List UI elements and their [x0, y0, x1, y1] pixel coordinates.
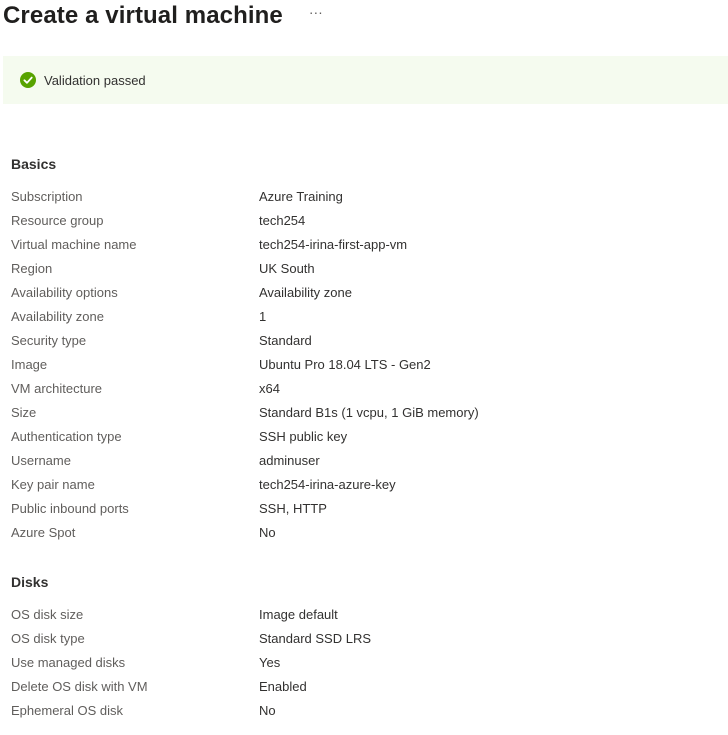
summary-label: Key pair name — [11, 477, 95, 492]
summary-value: Standard — [259, 333, 312, 348]
summary-row: OS disk size Image default — [11, 603, 371, 627]
summary-label: Availability zone — [11, 309, 104, 324]
summary-label: Public inbound ports — [11, 501, 129, 516]
section-title-basics: Basics — [11, 156, 57, 172]
summary-value: Yes — [259, 655, 281, 670]
summary-label: Region — [11, 261, 53, 276]
summary-row: OS disk type Standard SSD LRS — [11, 627, 371, 651]
summary-value: Ubuntu Pro 18.04 LTS - Gen2 — [259, 357, 431, 372]
summary-label: Image — [11, 357, 48, 372]
summary-value: adminuser — [259, 453, 320, 468]
summary-row: Ephemeral OS disk No — [11, 699, 371, 723]
check-circle-icon — [20, 72, 36, 88]
validation-status-text: Validation passed — [44, 72, 146, 88]
summary-value: No — [259, 525, 276, 540]
page-header: Create a virtual machine ··· — [3, 0, 323, 32]
summary-row: Authentication type SSH public key — [11, 425, 479, 449]
summary-label: Username — [11, 453, 71, 468]
summary-label: VM architecture — [11, 381, 103, 396]
summary-label: Subscription — [11, 189, 83, 204]
summary-value: Standard SSD LRS — [259, 631, 372, 646]
summary-value: SSH public key — [259, 429, 348, 444]
summary-label: Availability options — [11, 285, 118, 300]
summary-label: Delete OS disk with VM — [11, 679, 148, 694]
summary-row: Virtual machine name tech254-irina-first-… — [11, 233, 479, 257]
summary-label: Virtual machine name — [11, 237, 137, 252]
summary-value: 1 — [259, 309, 267, 324]
page-title: Create a virtual machine — [3, 2, 283, 29]
summary-row: Subscription Azure Training — [11, 185, 479, 209]
summary-label: OS disk size — [11, 607, 84, 622]
summary-row: Public inbound ports SSH, HTTP — [11, 497, 479, 521]
summary-row: Delete OS disk with VM Enabled — [11, 675, 371, 699]
disks-section: Disks OS disk size Image default OS disk t… — [11, 573, 371, 723]
basics-section: Basics Subscription Azure Training Resourc… — [11, 155, 479, 545]
summary-row: Availability zone 1 — [11, 305, 479, 329]
summary-label: Azure Spot — [11, 525, 76, 540]
summary-row: Region UK South — [11, 257, 479, 281]
summary-row: Image Ubuntu Pro 18.04 LTS - Gen2 — [11, 353, 479, 377]
disks-list: OS disk size Image default OS disk type Sta… — [11, 603, 371, 723]
basics-list: Subscription Azure Training Resource group… — [11, 185, 479, 545]
summary-value: UK South — [259, 261, 315, 276]
summary-value: tech254-irina-first-app-vm — [259, 237, 408, 252]
summary-value: Azure Training — [259, 189, 343, 204]
summary-row: Username adminuser — [11, 449, 479, 473]
summary-value: Image default — [259, 607, 338, 622]
summary-label: Ephemeral OS disk — [11, 703, 123, 718]
summary-value: No — [259, 703, 276, 718]
summary-label: Authentication type — [11, 429, 122, 444]
validation-banner: Validation passed — [3, 56, 728, 104]
summary-value: tech254-irina-azure-key — [259, 477, 396, 492]
summary-row: Availability options Availability zone — [11, 281, 479, 305]
summary-row: Size Standard B1s (1 vcpu, 1 GiB memory) — [11, 401, 479, 425]
summary-row: VM architecture x64 — [11, 377, 479, 401]
summary-label: Use managed disks — [11, 655, 126, 670]
more-options-button[interactable]: ··· — [309, 5, 323, 19]
summary-value: SSH, HTTP — [259, 501, 327, 516]
summary-label: Resource group — [11, 213, 104, 228]
summary-row: Resource group tech254 — [11, 209, 479, 233]
summary-value: x64 — [259, 381, 280, 396]
summary-row: Azure Spot No — [11, 521, 479, 545]
summary-label: Size — [11, 405, 37, 420]
summary-value: Availability zone — [259, 285, 352, 300]
summary-value: tech254 — [259, 213, 306, 228]
summary-row: Use managed disks Yes — [11, 651, 371, 675]
summary-label: OS disk type — [11, 631, 85, 646]
summary-row: Security type Standard — [11, 329, 479, 353]
summary-row: Key pair name tech254-irina-azure-key — [11, 473, 479, 497]
summary-value: Enabled — [259, 679, 307, 694]
summary-label: Security type — [11, 333, 87, 348]
section-title-disks: Disks — [11, 574, 49, 590]
summary-value: Standard B1s (1 vcpu, 1 GiB memory) — [259, 405, 479, 420]
